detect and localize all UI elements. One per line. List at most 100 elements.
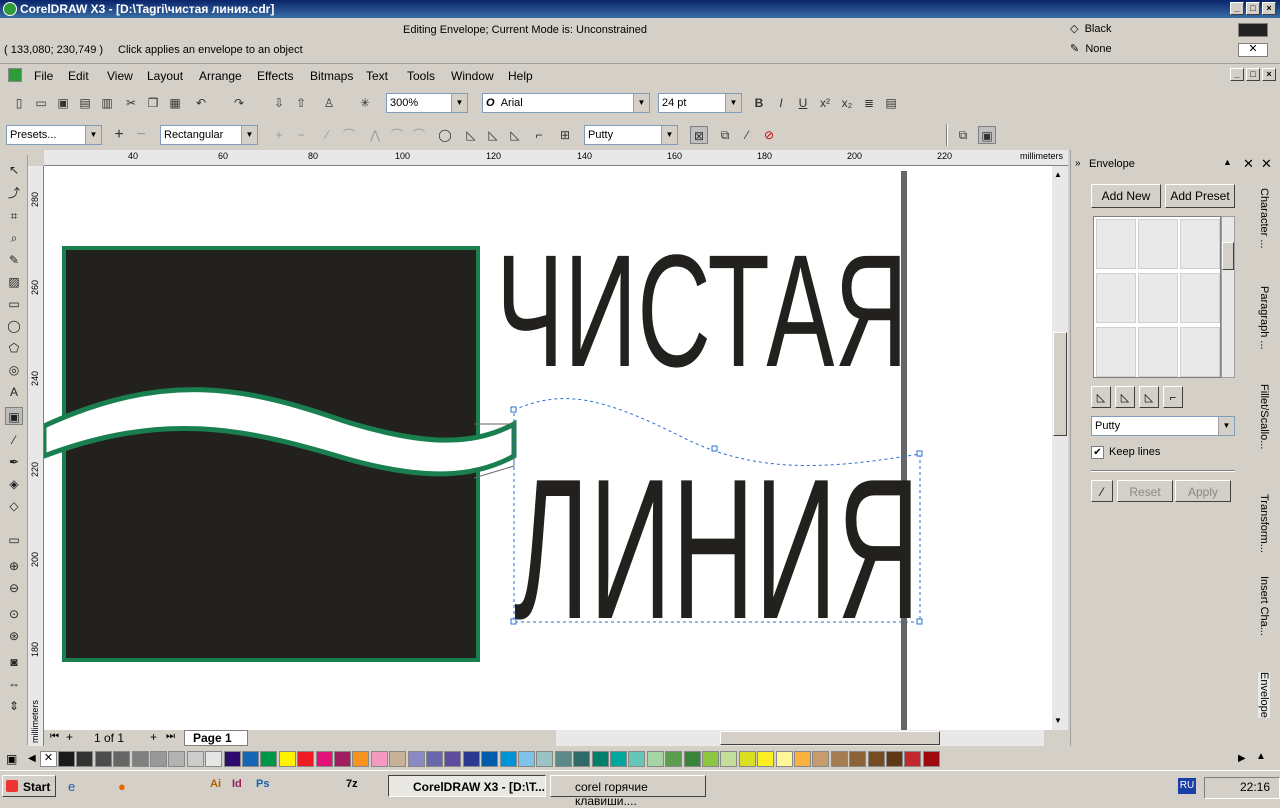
preset-cell[interactable] <box>1180 327 1220 377</box>
color-swatch[interactable] <box>628 751 646 767</box>
shape-tool-icon[interactable]: ⤴ <box>5 184 23 202</box>
color-swatch[interactable] <box>444 751 462 767</box>
freehand-tool-icon[interactable]: ✎ <box>5 251 23 269</box>
envelope-node[interactable] <box>916 450 923 457</box>
crop-tool-icon[interactable]: ⌗ <box>5 207 23 225</box>
save-icon[interactable]: ▣ <box>54 94 72 112</box>
open-icon[interactable]: ▭ <box>32 94 50 112</box>
maximize-button[interactable]: □ <box>1246 2 1260 15</box>
docker-expand-icon[interactable]: » <box>1075 158 1081 169</box>
docker-close-all-icon[interactable]: ✕ <box>1261 156 1272 172</box>
interactive-fill-icon[interactable]: ◇ <box>5 497 23 515</box>
menu-file[interactable]: File <box>34 69 53 83</box>
menu-effects[interactable]: Effects <box>257 69 293 83</box>
color-swatch[interactable] <box>278 751 296 767</box>
color-swatch[interactable] <box>481 751 499 767</box>
envelope-unconstrained-icon[interactable]: ⌐ <box>530 126 548 144</box>
envelope-node[interactable] <box>510 618 517 625</box>
color-swatch[interactable] <box>518 751 535 767</box>
task-coreldraw[interactable]: CorelDRAW X3 - [D:\T... <box>388 775 546 797</box>
menu-tools[interactable]: Tools <box>407 69 435 83</box>
preset-cell[interactable] <box>1138 219 1178 269</box>
text-chistaya[interactable]: ЧИСТАЯ <box>496 221 908 400</box>
color-swatch[interactable] <box>922 751 940 767</box>
add-preset-icon[interactable]: + <box>110 126 128 144</box>
color-swatch[interactable] <box>242 751 259 767</box>
color-swatch[interactable] <box>904 751 922 767</box>
text-tool-icon[interactable]: A <box>5 383 23 401</box>
color-swatch[interactable] <box>757 751 775 767</box>
palette-options-icon[interactable]: ▣ <box>6 752 17 766</box>
text-liniya[interactable]: ЛИНИЯ <box>514 438 920 661</box>
color-swatch[interactable] <box>186 751 204 767</box>
remove-preset-icon[interactable]: − <box>132 126 150 144</box>
page-tab[interactable]: Page 1 <box>184 730 248 746</box>
polygon-tool-icon[interactable]: ⬠ <box>5 339 23 357</box>
envelope-mode-icon[interactable]: ▣ <box>978 126 996 144</box>
superscript-icon[interactable]: x² <box>816 94 834 112</box>
language-indicator[interactable]: RU <box>1178 778 1196 794</box>
color-swatch[interactable] <box>352 751 370 767</box>
doc-minimize-button[interactable]: _ <box>1230 68 1244 81</box>
print-icon[interactable]: ▤ <box>76 94 94 112</box>
envelope-double-arc-icon[interactable]: ◺ <box>506 126 524 144</box>
straight-line-mode-icon[interactable]: ◯ <box>436 126 454 144</box>
color-swatch[interactable] <box>849 751 867 767</box>
color-swatch[interactable] <box>738 751 756 767</box>
palette-scroll-right-icon[interactable]: ▶ <box>1238 753 1246 764</box>
tab-insert-character[interactable]: Insert Cha... <box>1258 576 1270 636</box>
add-page-icon[interactable]: + <box>66 730 73 744</box>
quicklaunch-ie-icon[interactable]: e <box>68 779 75 794</box>
color-swatch[interactable] <box>720 751 738 767</box>
preset-scroll-thumb[interactable] <box>1222 242 1234 270</box>
color-swatch[interactable] <box>775 751 793 767</box>
menu-layout[interactable]: Layout <box>147 69 183 83</box>
scroll-down-icon[interactable]: ▼ <box>1054 716 1062 725</box>
palette-expand-icon[interactable]: ▲ <box>1256 751 1266 762</box>
color-swatch[interactable] <box>830 751 848 767</box>
color-swatch[interactable] <box>113 751 131 767</box>
object-envelope-icon[interactable]: ⧉ <box>954 126 972 144</box>
pick-tool-icon[interactable]: ↖ <box>5 161 23 179</box>
new-icon[interactable]: ▯ <box>10 94 28 112</box>
keep-lines-checkbox[interactable]: ✔ <box>1091 446 1104 459</box>
underline-icon[interactable]: U <box>794 94 812 112</box>
symmetrical-icon[interactable]: ⌒ <box>410 126 428 144</box>
preset-cell[interactable] <box>1096 327 1136 377</box>
delete-node-icon[interactable]: − <box>292 126 310 144</box>
envelope-straight-icon[interactable]: ◺ <box>462 126 480 144</box>
smooth-icon[interactable]: ⌒ <box>388 126 406 144</box>
color-swatch[interactable] <box>499 751 517 767</box>
color-swatch[interactable] <box>205 751 223 767</box>
scroll-up-icon[interactable]: ▲ <box>1054 170 1062 179</box>
zoom-page-icon[interactable]: ◙ <box>5 653 23 671</box>
envelope-tool-icon[interactable]: ▣ <box>5 407 23 425</box>
envelope-node[interactable] <box>510 406 517 413</box>
preset-cell[interactable] <box>1096 273 1136 323</box>
color-swatch[interactable] <box>94 751 112 767</box>
color-swatch[interactable] <box>646 751 664 767</box>
eyedropper-tool-icon[interactable]: ⁄ <box>5 431 23 449</box>
zoom-levels-select[interactable]: 300% ▼ <box>386 93 468 113</box>
zoom-tool-icon[interactable]: ⌕ <box>5 229 23 247</box>
color-swatch[interactable] <box>665 751 683 767</box>
tab-character[interactable]: Character ... <box>1258 188 1270 249</box>
color-swatch[interactable] <box>812 751 830 767</box>
menu-text[interactable]: Text <box>366 69 388 83</box>
app-launcher-icon[interactable]: ♙ <box>320 94 338 112</box>
color-swatch[interactable] <box>536 751 554 767</box>
add-new-envelope-icon[interactable]: ⊞ <box>556 126 574 144</box>
drawing-canvas[interactable]: ЧИСТАЯ ЛИНИЯ <box>44 166 1052 730</box>
double-arc-icon[interactable]: ◺ <box>1139 386 1159 408</box>
color-swatch[interactable] <box>168 751 186 767</box>
straight-line-icon[interactable]: ◺ <box>1091 386 1111 408</box>
close-button[interactable]: × <box>1262 2 1276 15</box>
subscript-icon[interactable]: x₂ <box>838 94 856 112</box>
tab-transform[interactable]: Transform... <box>1258 494 1270 553</box>
add-page-after-icon[interactable]: + <box>150 730 157 744</box>
envelope-eyedropper-icon[interactable]: ⁄ <box>1091 480 1113 502</box>
apply-button[interactable]: Apply <box>1175 480 1231 502</box>
color-swatch[interactable] <box>334 751 351 767</box>
horizontal-ruler[interactable]: 40 60 80 100 120 140 160 180 200 220 mil… <box>44 150 1068 166</box>
outline-swatch[interactable]: ✕ <box>1238 43 1268 57</box>
